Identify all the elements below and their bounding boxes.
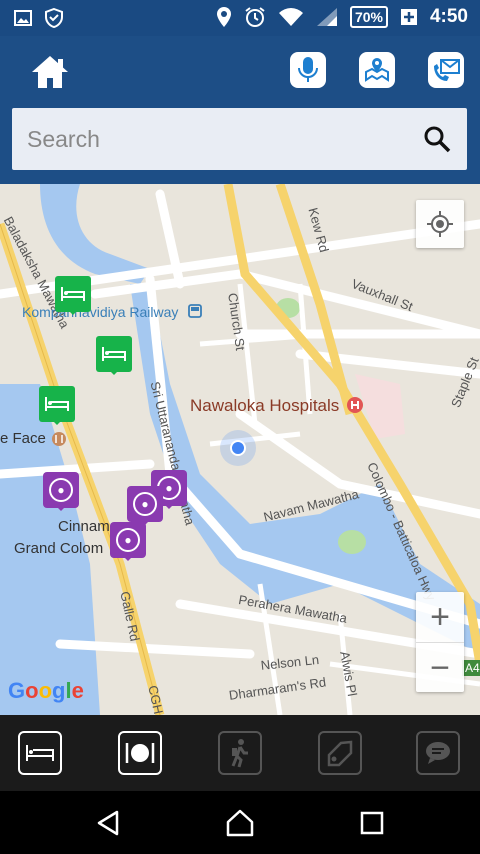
hotel-marker[interactable] — [39, 386, 75, 425]
map-view[interactable]: Baladaksha Mawatha Kompannavidiya Railwa… — [0, 184, 480, 715]
restaurant-marker[interactable]: ● — [43, 472, 79, 511]
search-icon[interactable] — [423, 125, 451, 153]
back-button[interactable] — [92, 807, 124, 839]
home-button[interactable] — [28, 50, 72, 94]
plate-cutlery-icon — [125, 743, 155, 763]
google-logo: Google — [8, 678, 84, 703]
phone-mail-icon — [434, 59, 460, 81]
my-location-button[interactable] — [416, 200, 464, 248]
bed-icon — [102, 347, 126, 361]
zoom-in-button[interactable]: + — [416, 592, 464, 642]
restaurant-poi-icon — [52, 432, 66, 446]
search-input[interactable] — [12, 108, 412, 170]
charging-icon — [400, 9, 417, 25]
wifi-icon — [278, 8, 303, 26]
search-bar — [12, 108, 467, 170]
map-location-button[interactable] — [359, 52, 395, 88]
zoom-out-button[interactable]: − — [416, 643, 464, 693]
hospital-icon — [347, 397, 363, 413]
price-tag-icon — [327, 740, 353, 767]
app-header — [0, 36, 480, 184]
poi-label: Cinnam — [58, 518, 110, 535]
activities-category-button[interactable] — [218, 731, 262, 775]
voice-search-button[interactable] — [290, 52, 326, 88]
hotel-marker[interactable] — [96, 336, 132, 375]
plate-cutlery-icon: ● — [133, 492, 157, 516]
restaurant-marker[interactable]: ● — [127, 486, 163, 525]
train-icon — [188, 304, 202, 318]
home-outline-icon — [226, 809, 254, 837]
chat-category-button[interactable] — [416, 731, 460, 775]
deals-category-button[interactable] — [318, 731, 362, 775]
location-pin-icon — [216, 7, 231, 27]
railway-label: Kompannavidiya Railway — [22, 304, 179, 320]
map-location-icon — [365, 58, 389, 82]
mic-icon — [298, 57, 318, 82]
back-icon — [97, 810, 119, 836]
poi-label: Grand Colom — [14, 540, 104, 557]
my-location-icon — [427, 211, 453, 237]
plate-cutlery-icon: ● — [49, 478, 73, 502]
current-location-marker — [220, 430, 256, 466]
restaurants-category-button[interactable] — [118, 731, 162, 775]
home-icon — [32, 56, 68, 88]
alarm-icon — [245, 7, 265, 27]
hotel-marker[interactable] — [55, 276, 91, 315]
contact-button[interactable] — [428, 52, 464, 88]
square-icon — [360, 811, 384, 835]
bed-icon — [61, 287, 85, 301]
hotels-category-button[interactable] — [18, 731, 62, 775]
plate-cutlery-icon: ● — [116, 528, 140, 552]
hiker-icon — [231, 739, 248, 768]
chat-icon — [426, 742, 450, 764]
bed-icon — [45, 397, 69, 411]
shield-icon — [45, 8, 63, 28]
poi-label: e Face — [0, 430, 46, 447]
restaurant-marker[interactable]: ● — [110, 522, 146, 561]
battery-indicator: 70% — [349, 6, 388, 28]
recent-apps-button[interactable] — [356, 807, 388, 839]
signal-icon — [316, 8, 337, 26]
gallery-icon — [14, 10, 32, 26]
system-nav-bar — [0, 791, 480, 854]
status-bar: 70% 4:50 — [0, 0, 480, 36]
hospital-label: Nawaloka Hospitals — [190, 396, 340, 415]
clock: 4:50 — [429, 6, 468, 27]
nav-home-button[interactable] — [224, 807, 256, 839]
zoom-controls: + − — [416, 592, 464, 692]
category-bar — [0, 715, 480, 791]
bed-icon — [26, 745, 54, 761]
road-shield: A4 — [462, 660, 480, 676]
